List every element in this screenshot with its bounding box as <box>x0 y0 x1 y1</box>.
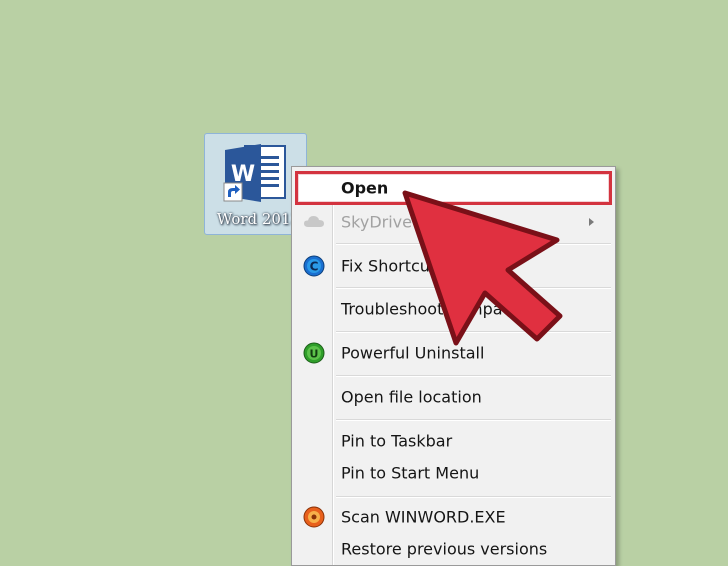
menu-item-label: SkyDrive Pro <box>341 212 443 232</box>
menu-separator <box>336 287 611 288</box>
shortcut-arrow-icon <box>223 182 243 202</box>
menu-item-label: Open file location <box>341 387 482 407</box>
uninstall-icon: U <box>303 342 325 364</box>
fix-shortcuts-icon: C <box>303 255 325 277</box>
svg-text:C: C <box>310 260 319 274</box>
context-menu: Open SkyDrive Pro C Fix Shortcuts Troubl… <box>291 166 616 566</box>
menu-separator <box>336 375 611 376</box>
menu-item-fix-shortcuts[interactable]: C Fix Shortcuts <box>295 251 612 281</box>
menu-item-label: Troubleshoot compatibility <box>341 299 553 319</box>
menu-separator <box>336 419 611 420</box>
menu-item-scan-winword[interactable]: Scan WINWORD.EXE <box>295 502 612 532</box>
menu-item-label: Restore previous versions <box>341 539 548 559</box>
menu-item-pin-to-taskbar[interactable]: Pin to Taskbar <box>295 426 612 456</box>
menu-item-label: Fix Shortcuts <box>341 256 445 276</box>
skydrive-cloud-icon <box>304 216 324 227</box>
menu-separator <box>336 496 611 497</box>
menu-item-powerful-uninstall[interactable]: U Powerful Uninstall <box>295 338 612 368</box>
menu-item-label: Pin to Taskbar <box>341 431 453 451</box>
menu-item-restore-previous-versions[interactable]: Restore previous versions <box>295 534 612 564</box>
menu-item-label: Pin to Start Menu <box>341 463 480 483</box>
menu-item-label: Scan WINWORD.EXE <box>341 507 506 527</box>
menu-separator <box>336 331 611 332</box>
menu-item-skydrive-pro: SkyDrive Pro <box>295 207 612 237</box>
menu-item-label: Powerful Uninstall <box>341 343 485 363</box>
submenu-arrow-icon <box>589 218 594 226</box>
svg-text:U: U <box>310 348 319 361</box>
menu-item-pin-to-start-menu[interactable]: Pin to Start Menu <box>295 458 612 488</box>
menu-separator <box>336 243 611 244</box>
scan-icon <box>303 506 325 528</box>
menu-item-label: Open <box>341 178 389 198</box>
menu-item-troubleshoot-compatibility[interactable]: Troubleshoot compatibility <box>295 294 612 324</box>
menu-item-open-file-location[interactable]: Open file location <box>295 382 612 412</box>
menu-item-open[interactable]: Open <box>295 171 612 205</box>
